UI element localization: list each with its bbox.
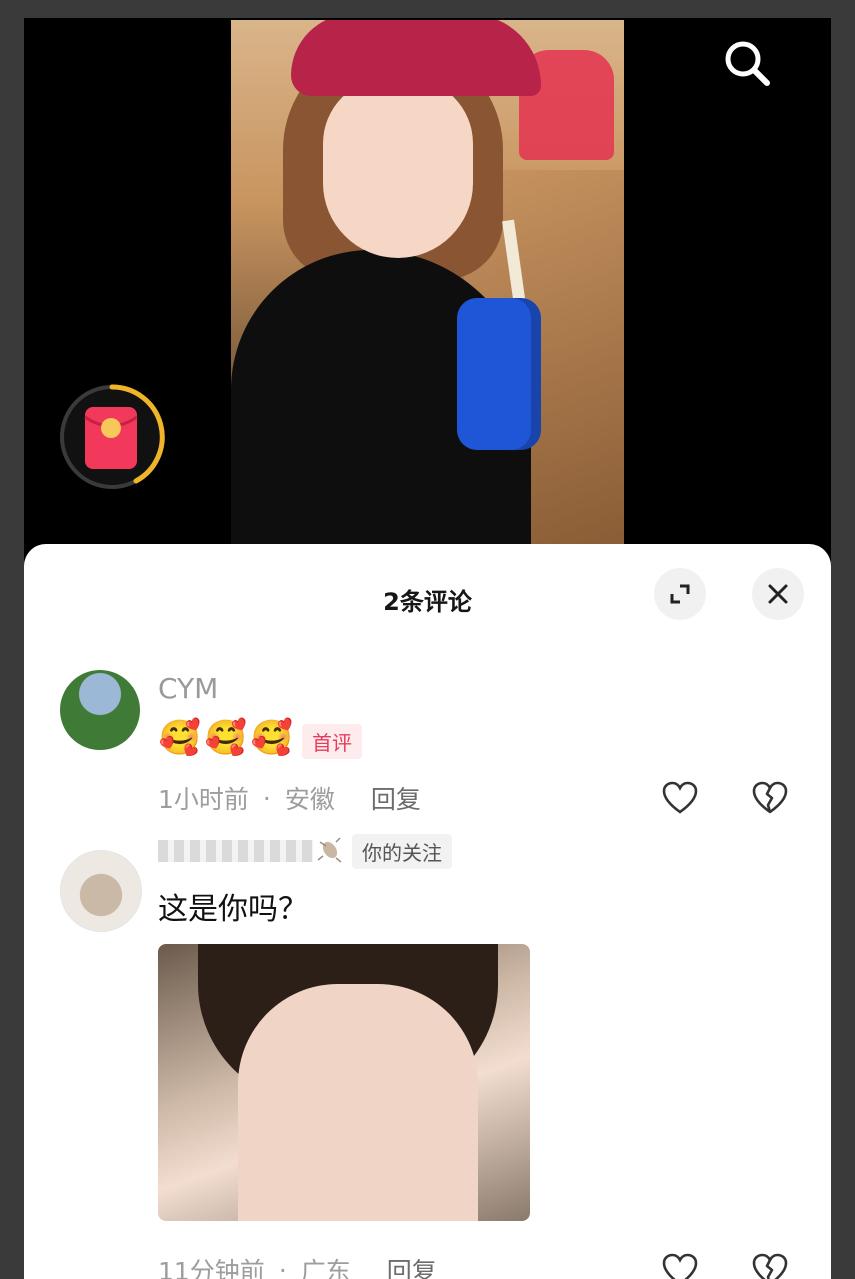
comment-location: 广东 bbox=[300, 1257, 351, 1279]
comment-emojis: 🥰 🥰 🥰 bbox=[158, 718, 294, 758]
emoji: 🥰 bbox=[158, 718, 202, 758]
comment-username[interactable]: CYM bbox=[158, 672, 218, 705]
bug-icon bbox=[317, 837, 342, 863]
dislike-button[interactable] bbox=[750, 778, 790, 818]
expand-button[interactable] bbox=[654, 568, 706, 620]
comment-meta: 11分钟前 · 广东 回复 bbox=[158, 1252, 437, 1279]
comment-time: 11分钟前 bbox=[158, 1257, 265, 1279]
reply-button[interactable]: 回复 bbox=[387, 1252, 437, 1279]
like-button[interactable] bbox=[660, 778, 700, 818]
red-packet-icon bbox=[60, 384, 165, 489]
heart-icon bbox=[662, 781, 698, 814]
photo-face bbox=[238, 984, 478, 1221]
meta-separator: · bbox=[262, 783, 271, 813]
broken-heart-icon bbox=[752, 1253, 788, 1279]
video-frame[interactable] bbox=[231, 20, 624, 544]
close-button[interactable] bbox=[752, 568, 804, 620]
person-cap bbox=[291, 20, 541, 96]
following-badge: 你的关注 bbox=[352, 834, 452, 869]
expand-icon bbox=[670, 584, 690, 604]
soda-can bbox=[457, 298, 541, 450]
first-comment-badge: 首评 bbox=[302, 724, 362, 759]
search-icon bbox=[725, 41, 770, 86]
comment-meta: 1小时前 · 安徽 回复 bbox=[158, 780, 421, 816]
heart-icon bbox=[662, 1253, 698, 1279]
comment-time: 1小时前 bbox=[158, 785, 249, 814]
close-icon bbox=[768, 584, 788, 604]
broken-heart-icon bbox=[752, 781, 788, 814]
emoji: 🥰 bbox=[204, 718, 248, 758]
dislike-button[interactable] bbox=[750, 1250, 790, 1279]
reply-button[interactable]: 回复 bbox=[371, 780, 421, 816]
comment-text: 这是你吗？ bbox=[158, 892, 308, 927]
meta-separator: · bbox=[278, 1255, 287, 1279]
comments-sheet: 2条评论 CYM 🥰 🥰 🥰 首评 1小时前 · 安徽 回复 你的关注 这是你吗… bbox=[24, 544, 831, 1279]
person-face bbox=[323, 78, 473, 258]
avatar[interactable] bbox=[60, 670, 140, 750]
comments-title: 2条评论 bbox=[383, 588, 472, 616]
comment-location: 安徽 bbox=[284, 785, 335, 814]
red-packet-button[interactable] bbox=[58, 383, 166, 491]
avatar[interactable] bbox=[60, 850, 142, 932]
comment-username-masked[interactable] bbox=[158, 840, 313, 862]
like-button[interactable] bbox=[660, 1250, 700, 1279]
search-button[interactable] bbox=[717, 33, 777, 93]
comment-image[interactable] bbox=[158, 944, 530, 1221]
emoji: 🥰 bbox=[250, 718, 294, 758]
phone-screen: 2条评论 CYM 🥰 🥰 🥰 首评 1小时前 · 安徽 回复 你的关注 这是你吗… bbox=[24, 18, 831, 1279]
